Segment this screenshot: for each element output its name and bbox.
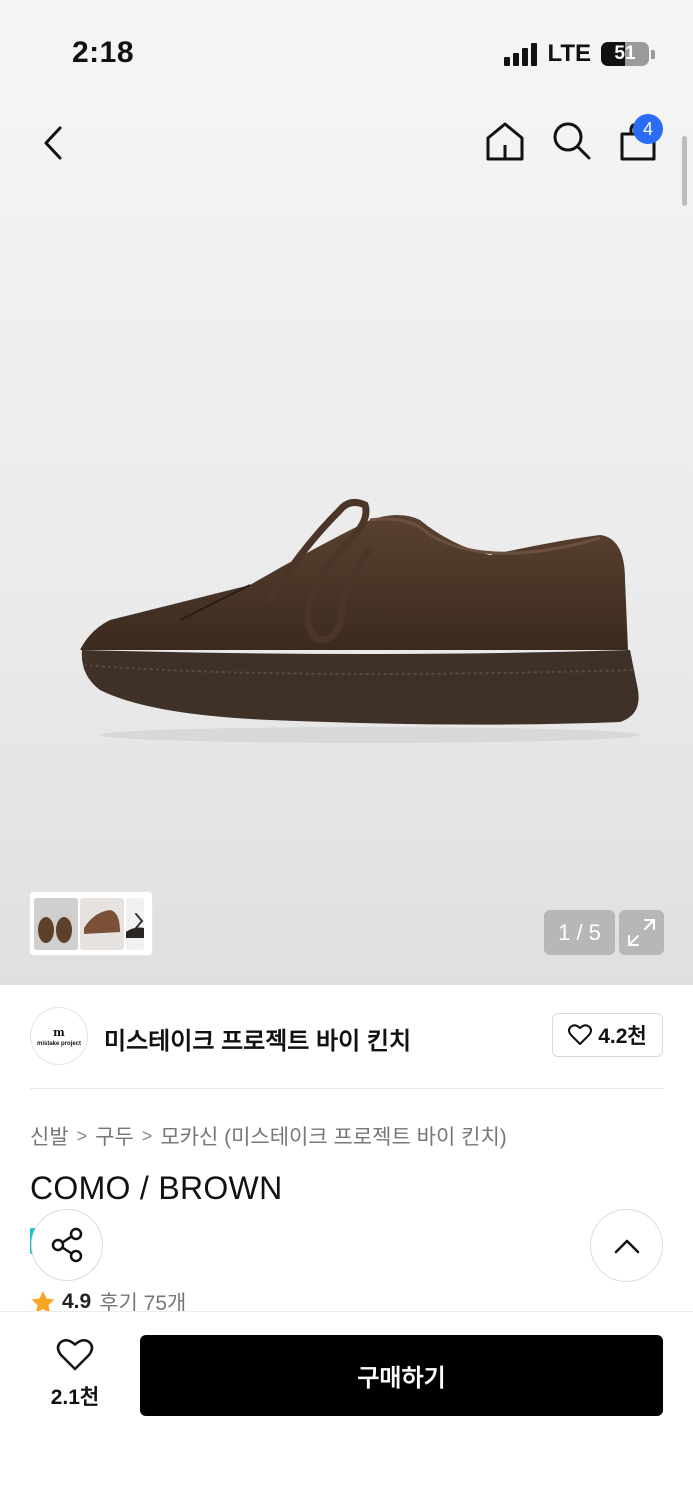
expand-button[interactable] xyxy=(619,910,664,955)
heart-icon xyxy=(56,1338,94,1371)
brand-logo-mark: m xyxy=(53,1026,65,1039)
back-icon xyxy=(44,126,62,160)
product-title: COMO / BROWN xyxy=(30,1170,283,1206)
wishlist-button[interactable]: 2.1천 xyxy=(40,1338,110,1411)
home-icon xyxy=(486,122,524,161)
brand-like-count: 4.2천 xyxy=(598,1025,647,1048)
divider xyxy=(30,1088,663,1089)
battery-level: 51 xyxy=(614,43,636,64)
breadcrumb-item[interactable]: 모카신 (미스테이크 프로젝트 바이 킨치) xyxy=(160,1121,506,1151)
product-gallery[interactable]: 1 / 5 xyxy=(0,100,693,985)
signal-icon xyxy=(504,42,538,66)
thumbnail-2[interactable] xyxy=(80,897,124,950)
search-icon xyxy=(553,122,591,160)
brand-row[interactable]: m mistake project 미스테이크 프로젝트 바이 킨치 4.2천 xyxy=(30,1005,663,1067)
status-bar: 2:18 LTE 51 xyxy=(0,0,693,100)
top-nav xyxy=(0,100,693,190)
breadcrumb-separator-icon: > xyxy=(141,1125,153,1146)
expand-icon xyxy=(628,919,655,946)
breadcrumb-separator-icon: > xyxy=(76,1125,88,1146)
breadcrumb: 신발 > 구두 > 모카신 (미스테이크 프로젝트 바이 킨치) xyxy=(30,1121,507,1151)
breadcrumb-item[interactable]: 구두 xyxy=(95,1121,134,1151)
brand-logo-text: mistake project xyxy=(36,1041,82,1047)
bottom-action-bar: 2.1천 구매하기 xyxy=(0,1311,693,1500)
battery-tip xyxy=(651,49,655,59)
search-button[interactable] xyxy=(549,118,595,164)
buy-button[interactable]: 구매하기 xyxy=(140,1335,663,1416)
battery-icon: 51 xyxy=(601,42,649,66)
status-indicators: LTE 51 xyxy=(504,40,655,68)
home-button[interactable] xyxy=(482,118,528,164)
product-image[interactable] xyxy=(70,490,650,750)
chevron-right-icon[interactable] xyxy=(134,912,144,930)
thumbnail-strip[interactable] xyxy=(30,892,152,955)
network-label: LTE xyxy=(547,40,591,67)
back-button[interactable] xyxy=(30,120,76,166)
brand-like-button[interactable]: 4.2천 xyxy=(552,1013,663,1057)
brand-name[interactable]: 미스테이크 프로젝트 바이 킨치 xyxy=(104,1021,411,1056)
heart-icon xyxy=(568,1024,593,1045)
chevron-up-icon xyxy=(614,1239,639,1253)
thumbnail-1[interactable] xyxy=(34,897,78,950)
brand-logo[interactable]: m mistake project xyxy=(30,1007,88,1065)
share-button[interactable] xyxy=(31,1209,103,1281)
status-time: 2:18 xyxy=(72,36,135,69)
scroll-indicator[interactable] xyxy=(682,136,687,206)
wishlist-count: 2.1천 xyxy=(50,1386,100,1409)
scroll-top-button[interactable] xyxy=(590,1209,663,1282)
share-icon xyxy=(51,1227,83,1263)
image-page-counter: 1 / 5 xyxy=(544,910,615,955)
cart-count-badge: 4 xyxy=(633,114,663,144)
breadcrumb-item[interactable]: 신발 xyxy=(30,1121,69,1151)
